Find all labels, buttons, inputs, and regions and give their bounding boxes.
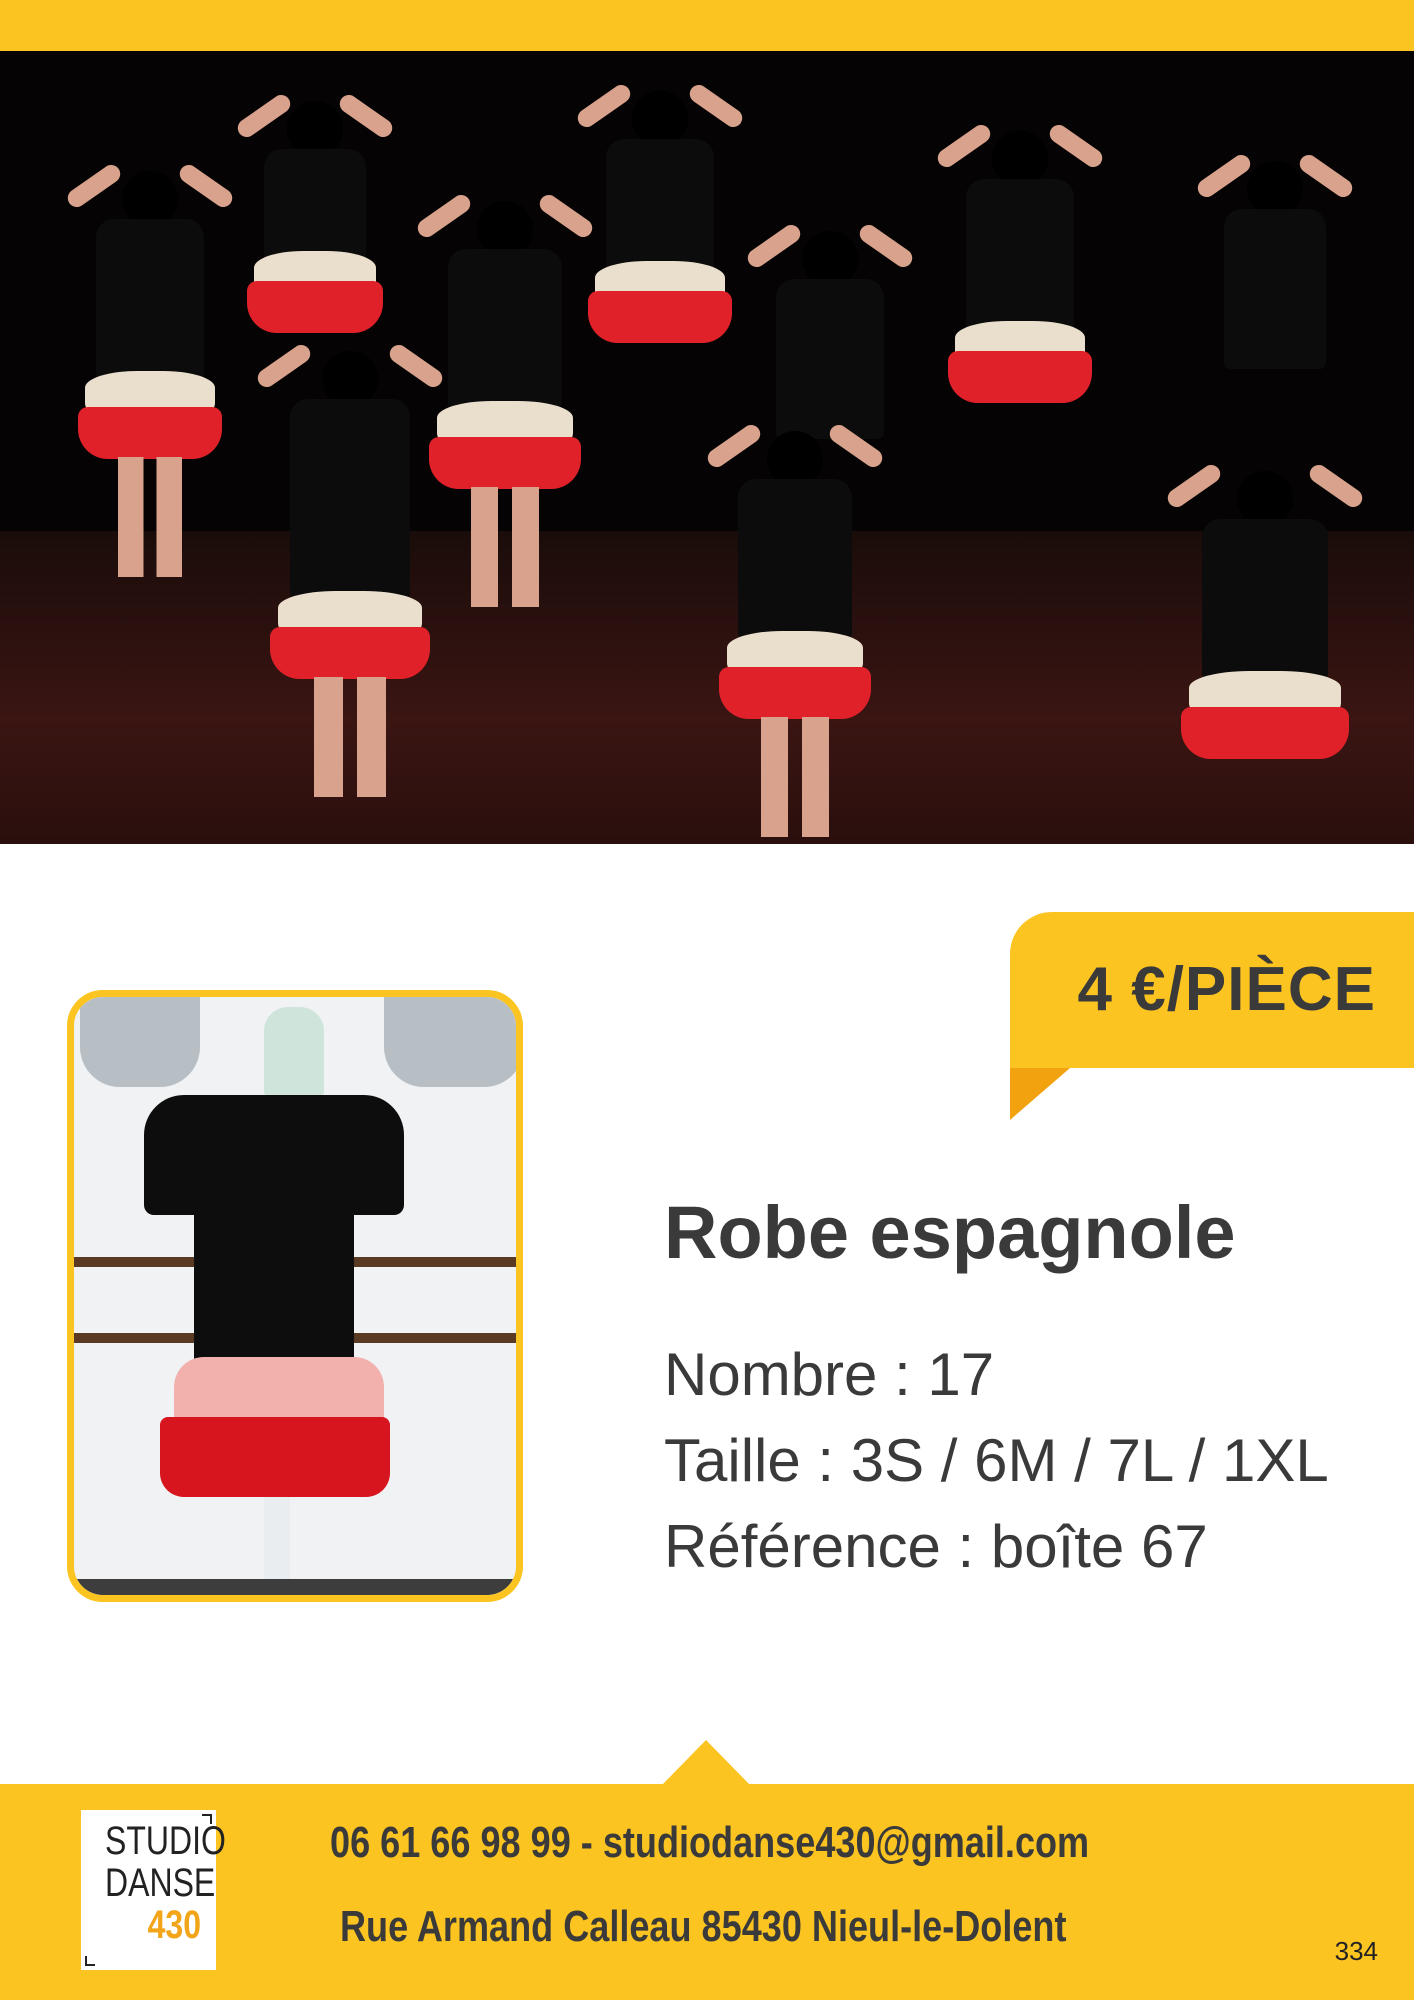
mannequin [264, 1007, 324, 1097]
floor [74, 1579, 516, 1595]
logo-line-2: DANSE [105, 1861, 216, 1905]
product-count: Nombre : 17 [664, 1341, 995, 1408]
dancer [250, 341, 450, 811]
top-banner [0, 0, 1414, 51]
product-sizes: Taille : 3S / 6M / 7L / 1XL [664, 1427, 1329, 1494]
logo-line-1: STUDIO [105, 1819, 226, 1863]
dancer [570, 81, 750, 411]
dancer [1190, 151, 1360, 421]
dancer [1160, 461, 1370, 844]
wall-lettering [384, 997, 516, 1087]
dancer [930, 121, 1110, 451]
logo-corner-mark [202, 1814, 212, 1824]
contact-address: Rue Armand Calleau 85430 Nieul-le-Dolent [340, 1902, 1067, 1951]
contact-phone-email: 06 61 66 98 99 - studiodanse430@gmail.co… [330, 1818, 1090, 1867]
footer-notch [662, 1740, 750, 1785]
logo-corner-mark [85, 1956, 95, 1966]
product-reference: Référence : boîte 67 [664, 1513, 1208, 1580]
studio-logo: STUDIO DANSE 430 [81, 1810, 226, 1970]
dress-body [194, 1177, 354, 1367]
product-title: Robe espagnole [664, 1191, 1236, 1274]
wall-lettering [80, 997, 200, 1087]
price-tag-fold [1010, 1068, 1070, 1120]
stage-photo [0, 51, 1414, 844]
dress-ruffle-red [160, 1417, 390, 1497]
product-photo [67, 990, 523, 1602]
price-tag: 4 €/PIÈCE [1010, 912, 1414, 1068]
dancer [700, 421, 890, 844]
price-label: 4 €/PIÈCE [1077, 955, 1376, 1024]
mannequin-stand [264, 1497, 290, 1587]
footer: STUDIO DANSE 430 06 61 66 98 99 - studio… [0, 1784, 1414, 2000]
dancer [60, 161, 240, 591]
page-number: 334 [1334, 1936, 1378, 1966]
logo-line-3: 430 [147, 1903, 201, 1947]
